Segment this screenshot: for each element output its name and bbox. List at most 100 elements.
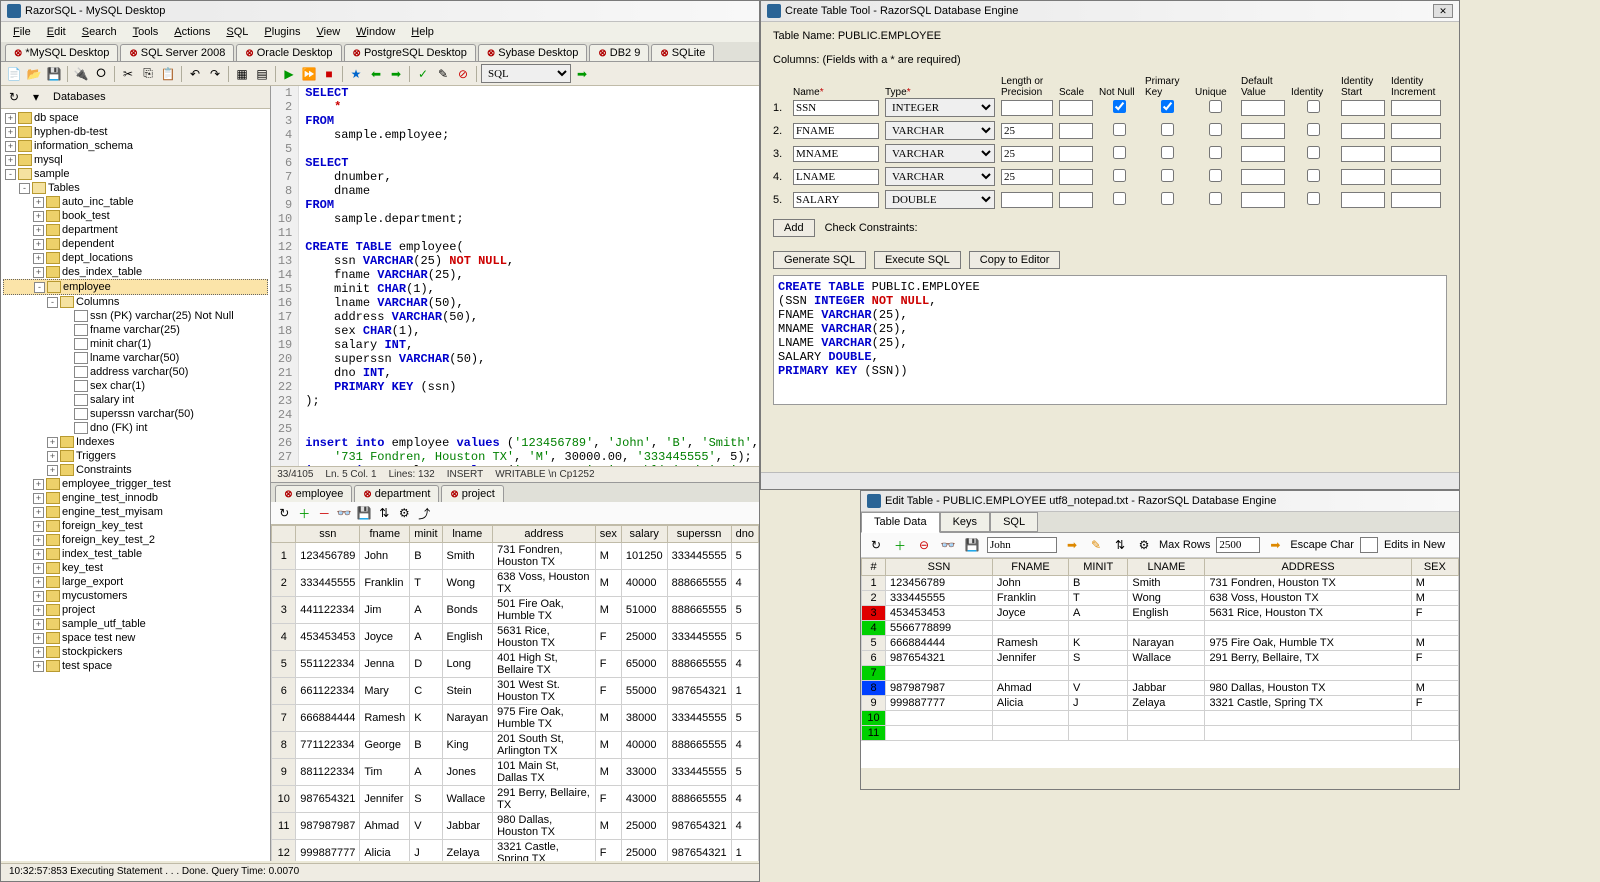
et-cell[interactable] <box>1205 726 1411 741</box>
et-opts-icon[interactable]: ⚙ <box>1135 536 1153 554</box>
favorite-icon[interactable]: ★ <box>347 65 365 83</box>
conn-tab-5[interactable]: ⊗DB2 9 <box>589 44 649 61</box>
et-cell[interactable]: 5631 Rice, Houston TX <box>1205 606 1411 621</box>
et-row[interactable]: 5666884444RameshKNarayan975 Fire Oak, Hu… <box>862 636 1459 651</box>
tree-item[interactable]: +employee_trigger_test <box>3 477 268 491</box>
cell[interactable]: 987654321 <box>667 840 731 862</box>
tree-item[interactable]: +Constraints <box>3 463 268 477</box>
cell[interactable]: 4 <box>731 732 758 759</box>
ct-type-select[interactable]: DOUBLE <box>885 190 995 209</box>
ct-scrollbar[interactable] <box>761 472 1459 489</box>
et-cell[interactable] <box>1069 666 1128 681</box>
table-row[interactable]: 8771122334GeorgeBKing201 South St, Arlin… <box>272 732 759 759</box>
paste-icon[interactable]: 📋 <box>159 65 177 83</box>
cell[interactable]: 291 Berry, Bellaire, TX <box>493 786 596 813</box>
cell[interactable]: M <box>595 732 621 759</box>
cell[interactable]: 201 South St, Arlington TX <box>493 732 596 759</box>
et-tab-keys[interactable]: Keys <box>940 512 990 532</box>
close-tab-icon[interactable]: ⊗ <box>363 489 371 500</box>
res-sort-icon[interactable]: ⇅ <box>375 504 393 522</box>
et-cell[interactable]: 453453453 <box>886 606 993 621</box>
cell[interactable]: M <box>595 705 621 732</box>
table-row[interactable]: 10987654321JenniferSWallace291 Berry, Be… <box>272 786 759 813</box>
et-cell[interactable]: Joyce <box>992 606 1068 621</box>
cell[interactable]: B <box>410 732 442 759</box>
cell[interactable]: 661122334 <box>296 678 360 705</box>
new-icon[interactable]: 📄 <box>5 65 23 83</box>
cell[interactable]: 441122334 <box>296 597 360 624</box>
cell[interactable]: 33000 <box>621 759 667 786</box>
tree-expander[interactable]: + <box>33 591 44 602</box>
redo-icon[interactable]: ↷ <box>206 65 224 83</box>
code-line[interactable]: PRIMARY KEY (ssn) <box>299 380 456 394</box>
conn-tab-0[interactable]: ⊗*MySQL Desktop <box>5 44 118 61</box>
tree-expander[interactable]: + <box>47 465 58 476</box>
cell[interactable]: 888665555 <box>667 597 731 624</box>
ct-identity-check[interactable] <box>1307 123 1320 136</box>
cell[interactable]: 888665555 <box>667 732 731 759</box>
cell[interactable]: D <box>410 651 442 678</box>
code-line[interactable]: sample.employee; <box>299 128 449 142</box>
cell[interactable]: Bonds <box>442 597 493 624</box>
tree-item[interactable]: +information_schema <box>3 139 268 153</box>
fwd-icon[interactable]: ➡ <box>387 65 405 83</box>
tree-item[interactable]: +project <box>3 603 268 617</box>
et-cell[interactable] <box>1411 726 1458 741</box>
col-header[interactable]: fname <box>360 526 410 543</box>
cell[interactable]: 401 High St, Bellaire TX <box>493 651 596 678</box>
col-header[interactable]: ssn <box>296 526 360 543</box>
conn-tab-1[interactable]: ⊗SQL Server 2008 <box>120 44 234 61</box>
cell[interactable]: 25000 <box>621 813 667 840</box>
cell[interactable]: V <box>410 813 442 840</box>
ct-type-select[interactable]: VARCHAR <box>885 167 995 186</box>
et-row[interactable]: 11 <box>862 726 1459 741</box>
et-cell[interactable]: Zelaya <box>1128 696 1205 711</box>
tree-item[interactable]: -employee <box>3 279 268 295</box>
ct-idinc-input[interactable] <box>1391 100 1441 116</box>
et-cell[interactable] <box>886 711 993 726</box>
et-maxrows-input[interactable] <box>1216 537 1260 553</box>
close-tab-icon[interactable]: ⊗ <box>353 48 361 59</box>
tree-expander[interactable]: - <box>5 169 16 180</box>
save-icon[interactable]: 💾 <box>45 65 63 83</box>
table-row[interactable]: 5551122334JennaDLong401 High St, Bellair… <box>272 651 759 678</box>
menu-tools[interactable]: Tools <box>125 24 167 40</box>
table-row[interactable]: 11987987987AhmadVJabbar980 Dallas, Houst… <box>272 813 759 840</box>
et-cell[interactable]: 291 Berry, Bellaire, TX <box>1205 651 1411 666</box>
ct-default-input[interactable] <box>1241 169 1285 185</box>
tree-item[interactable]: +book_test <box>3 209 268 223</box>
et-row[interactable]: 6987654321JenniferSWallace291 Berry, Bel… <box>862 651 1459 666</box>
tree-expander[interactable]: + <box>33 253 44 264</box>
res-view-icon[interactable]: 👓 <box>335 504 353 522</box>
cell[interactable]: 4 <box>731 570 758 597</box>
cell[interactable]: 333445555 <box>667 705 731 732</box>
code-line[interactable]: insert into employee values ('123456789'… <box>299 436 759 450</box>
cell[interactable]: F <box>595 786 621 813</box>
tree-item[interactable]: dno (FK) int <box>3 421 268 435</box>
ct-scale-input[interactable] <box>1059 123 1093 139</box>
menu-window[interactable]: Window <box>348 24 403 40</box>
et-cell[interactable] <box>1411 711 1458 726</box>
col-header[interactable]: lname <box>442 526 493 543</box>
table-row[interactable]: 9881122334TimAJones101 Main St, Dallas T… <box>272 759 759 786</box>
et-cell[interactable]: Smith <box>1128 576 1205 591</box>
tree-item[interactable]: +sample_utf_table <box>3 617 268 631</box>
cell[interactable]: Tim <box>360 759 410 786</box>
table-row[interactable]: 4453453453JoyceAEnglish5631 Rice, Housto… <box>272 624 759 651</box>
close-tab-icon[interactable]: ⊗ <box>450 489 458 500</box>
cell[interactable]: 40000 <box>621 570 667 597</box>
tree-expander[interactable]: + <box>33 225 44 236</box>
et-cell[interactable]: K <box>1069 636 1128 651</box>
tree-item[interactable]: +key_test <box>3 561 268 575</box>
cell[interactable]: A <box>410 759 442 786</box>
tree-expander[interactable]: + <box>47 437 58 448</box>
cell[interactable]: 987654321 <box>667 678 731 705</box>
open-icon[interactable]: 📂 <box>25 65 43 83</box>
tree-expander[interactable]: + <box>33 633 44 644</box>
tree-expander[interactable]: + <box>33 661 44 672</box>
tree-expander[interactable]: + <box>33 267 44 278</box>
et-cell[interactable] <box>1205 621 1411 636</box>
cell[interactable]: 881122334 <box>296 759 360 786</box>
et-row[interactable]: 45566778899 <box>862 621 1459 636</box>
et-cell[interactable] <box>1411 621 1458 636</box>
